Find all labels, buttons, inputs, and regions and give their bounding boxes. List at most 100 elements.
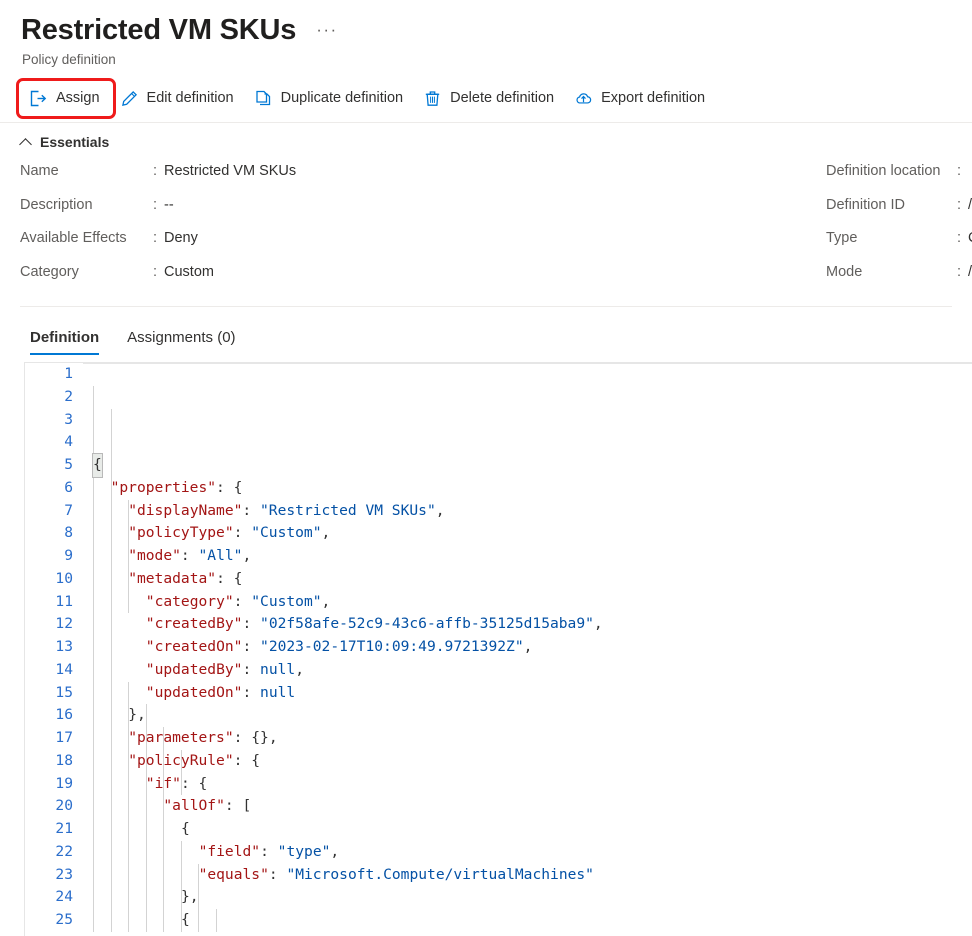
essentials-section: Essentials Name : Restricted VM SKUs Des…: [0, 123, 972, 297]
line-number: 5: [64, 456, 73, 473]
essentials-value-type: C: [968, 230, 972, 246]
pencil-icon: [121, 90, 138, 107]
code-line: "parameters": {},: [128, 729, 278, 746]
assign-icon: [30, 90, 47, 107]
code-line: "if": {: [145, 774, 208, 792]
essentials-value-definition-id: /: [968, 196, 972, 213]
essentials-label-name: Name: [20, 163, 59, 179]
line-number: 1: [64, 365, 73, 382]
editor-code-area[interactable]: { "properties": { "displayName": "Restri…: [83, 363, 972, 936]
code-line: },: [128, 706, 146, 724]
essentials-separator: :: [153, 230, 158, 246]
code-line: "policyRule": {: [128, 751, 261, 769]
indent-guide: [110, 408, 112, 432]
essentials-label-definition-location: Definition location: [826, 163, 941, 179]
title-row: Restricted VM SKUs ···: [0, 0, 972, 47]
code-line: "properties": {: [110, 478, 243, 496]
delete-definition-label: Delete definition: [450, 90, 555, 106]
line-number: 12: [55, 615, 73, 633]
line-number: 2: [64, 387, 73, 405]
code-line: {: [180, 911, 190, 928]
line-number: 18: [55, 751, 73, 769]
essentials-separator: :: [957, 163, 962, 179]
line-number: 23: [55, 865, 73, 883]
essentials-separator: :: [957, 196, 962, 213]
essentials-value-description: --: [164, 196, 174, 213]
essentials-label: Essentials: [40, 134, 110, 150]
duplicate-definition-button[interactable]: Duplicate definition: [245, 80, 415, 116]
trash-icon: [424, 90, 441, 107]
line-number: 20: [55, 797, 73, 815]
essentials-row-definition-id: Definition ID : /: [826, 197, 972, 231]
essentials-grid: Name : Restricted VM SKUs Description : …: [20, 163, 972, 297]
line-number: 9: [64, 547, 73, 564]
code-line: "field": "type",: [198, 842, 340, 860]
essentials-separator: :: [957, 230, 962, 246]
line-number: 13: [55, 638, 73, 655]
essentials-left-column: Name : Restricted VM SKUs Description : …: [20, 163, 826, 297]
line-number: 21: [55, 820, 73, 837]
essentials-right-column: Definition location : Definition ID : / …: [826, 163, 972, 297]
essentials-label-type: Type: [826, 230, 858, 246]
line-number: 10: [55, 569, 73, 587]
essentials-row-available-effects: Available Effects : Deny: [20, 230, 826, 264]
essentials-row-type: Type : C: [826, 230, 972, 264]
code-line: "createdOn": "2023-02-17T10:09:49.972139…: [145, 638, 533, 655]
essentials-value-mode: /: [968, 263, 972, 280]
page-subtitle: Policy definition: [22, 52, 116, 67]
json-editor[interactable]: 1 2 3 4 5 6 7 8 9 10 11 12 13 14 15 16 17 18 19 20 21 22 23 24 2…: [24, 362, 972, 936]
essentials-row-category: Category : Custom: [20, 264, 826, 298]
edit-definition-label: Edit definition: [146, 90, 234, 106]
assign-button[interactable]: Assign: [20, 80, 111, 116]
line-number: 15: [55, 683, 73, 701]
code-line: "equals": "Microsoft.Compute/virtualMach…: [198, 865, 594, 883]
command-bar: Assign Edit definition Duplicate definit…: [0, 69, 972, 119]
line-number: 11: [55, 592, 73, 610]
code-line: "not": {: [93, 932, 972, 936]
essentials-value-category: Custom: [164, 263, 214, 280]
essentials-toggle[interactable]: Essentials: [20, 132, 140, 152]
essentials-label-category: Category: [20, 263, 79, 280]
code-line: "displayName": "Restricted VM SKUs",: [128, 501, 445, 519]
assign-button-highlight: Assign: [16, 78, 116, 119]
editor-line-numbers: 1 2 3 4 5 6 7 8 9 10 11 12 13 14 15 16 17 18 19 20 21 22 23 24 2…: [25, 363, 83, 936]
chevron-up-icon: [20, 136, 32, 148]
essentials-separator: :: [153, 263, 158, 280]
essentials-row-mode: Mode : /: [826, 264, 972, 298]
line-number: 17: [55, 729, 73, 746]
code-line: },: [180, 888, 199, 906]
duplicate-definition-label: Duplicate definition: [280, 90, 404, 106]
tab-definition[interactable]: Definition: [26, 329, 113, 355]
indent-guide: [93, 385, 94, 409]
policy-definition-page: Restricted VM SKUs ··· Policy definition…: [0, 0, 972, 936]
line-number: 7: [64, 501, 73, 519]
tab-list: Definition Assignments (0): [0, 307, 972, 355]
export-definition-button[interactable]: Export definition: [565, 80, 716, 116]
line-number: 3: [64, 410, 73, 428]
more-options-icon[interactable]: ···: [312, 18, 341, 42]
line-number: 19: [55, 774, 73, 792]
code-line: "metadata": {: [128, 569, 243, 587]
essentials-label-description: Description: [20, 196, 93, 213]
assign-button-label: Assign: [56, 90, 100, 106]
delete-definition-button[interactable]: Delete definition: [414, 80, 565, 116]
line-number: 16: [55, 706, 73, 724]
indent-guide: [93, 431, 94, 454]
indent-guide: [110, 431, 112, 454]
tab-assignments[interactable]: Assignments (0): [113, 329, 249, 355]
indent-guide: [93, 408, 94, 432]
page-title: Restricted VM SKUs: [21, 14, 297, 46]
edit-definition-button[interactable]: Edit definition: [111, 80, 245, 116]
code-line: {: [92, 453, 972, 478]
code-line: {: [180, 820, 190, 837]
line-number: 4: [64, 433, 73, 451]
essentials-label-mode: Mode: [826, 263, 863, 280]
export-definition-label: Export definition: [601, 90, 706, 106]
code-line: "allOf": [: [163, 797, 252, 815]
code-line: "createdBy": "02f58afe-52c9-43c6-affb-35…: [145, 615, 603, 633]
essentials-separator: :: [153, 196, 158, 213]
code-line: "category": "Custom",: [145, 592, 331, 610]
line-number: 22: [55, 842, 73, 860]
line-number: 8: [64, 524, 73, 542]
line-number: 14: [55, 660, 73, 678]
